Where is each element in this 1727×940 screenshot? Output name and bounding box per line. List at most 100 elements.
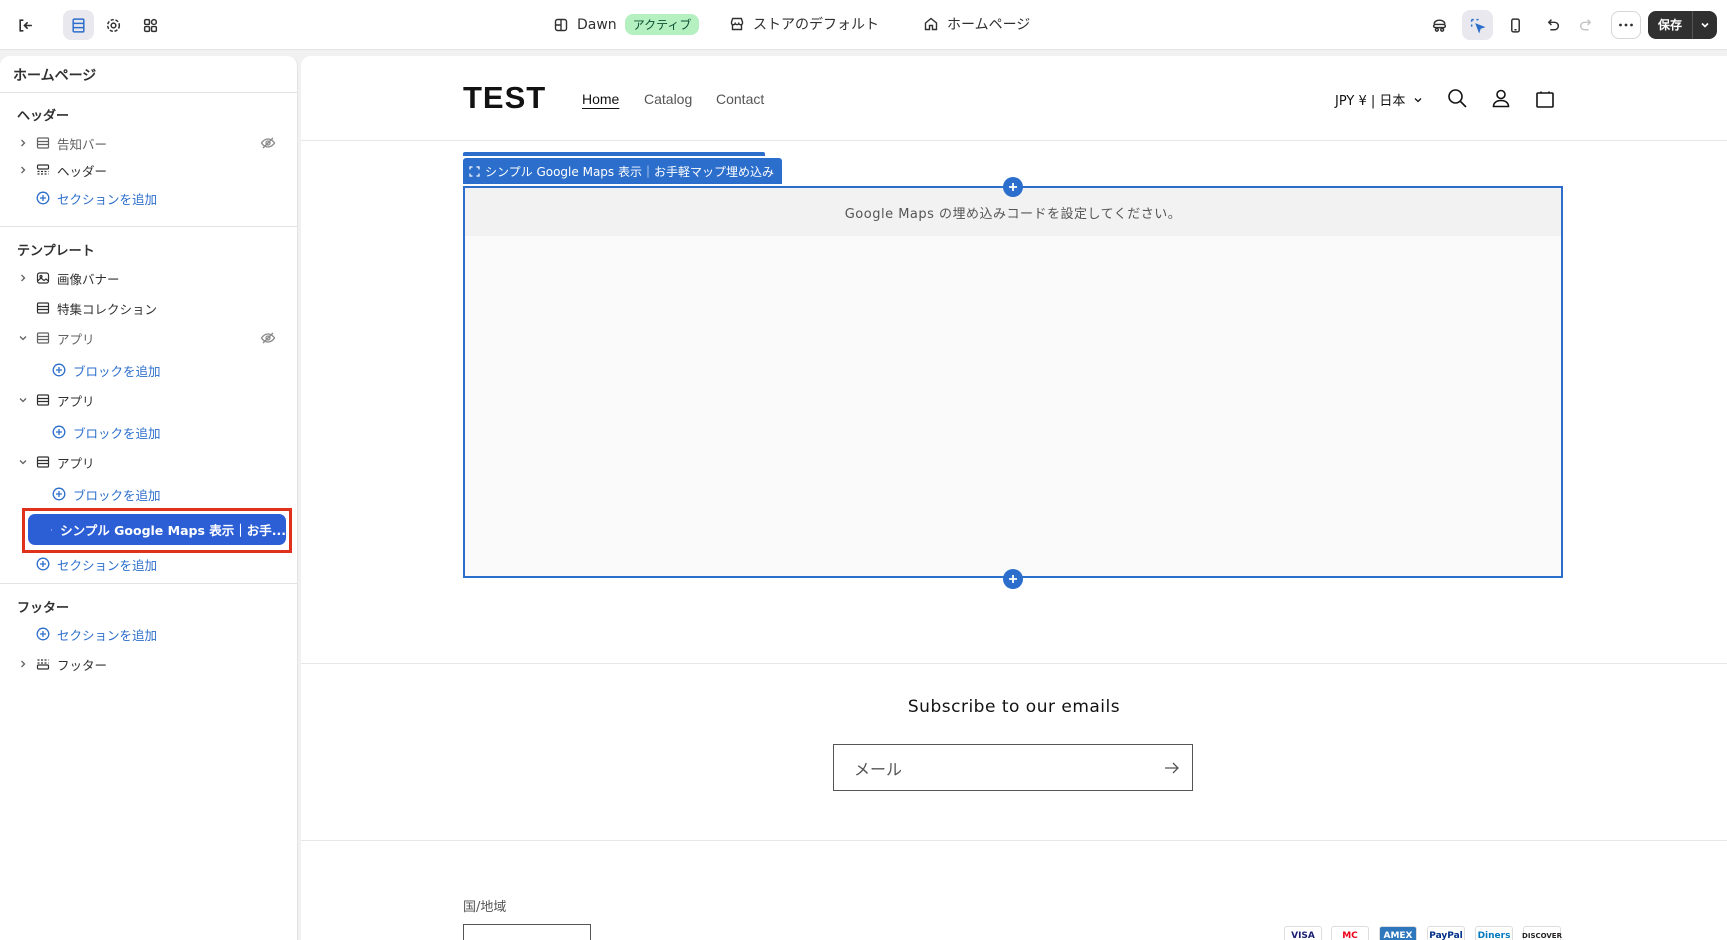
mobile-icon[interactable] [1500,10,1531,40]
add-block-button[interactable]: ブロックを追加 [0,420,297,444]
plus-icon [1009,183,1017,191]
section-icon [36,394,50,406]
chevron-down-icon[interactable] [17,332,29,344]
payment-discover-icon: DISCOVER [1522,926,1562,940]
sidebar-item-image-banner[interactable]: 画像バナー [0,266,297,290]
footer-divider [301,840,1727,841]
payment-amex-icon: AMEX [1379,926,1417,940]
chevron-right-icon[interactable] [17,137,29,149]
home-icon [924,17,938,31]
sidebar-item-label: フッター [57,657,108,673]
add-section-template-button[interactable]: セクションを追加 [0,552,297,576]
payment-visa-icon: VISA [1284,926,1322,940]
page-label: ホームページ [947,17,1031,33]
header-divider [301,140,1727,141]
add-block-button[interactable]: ブロックを追加 [0,482,297,506]
section-icon [36,456,50,468]
more-icon [1619,23,1633,27]
header-section-icon [36,164,50,175]
settings-icon[interactable] [98,10,129,40]
sidebar-item-google-maps[interactable]: シンプル Google Maps 表示｜お手... [28,514,286,545]
store-default-selector[interactable]: ストアのデフォルト [729,14,879,34]
inspector-icon[interactable] [1424,10,1455,40]
more-button[interactable] [1611,11,1641,39]
group-header-label: ヘッダー [17,109,70,124]
sidebar-item-app-1[interactable]: アプリ [0,326,297,350]
theme-selector[interactable]: Dawn アクティブ [553,14,700,35]
sidebar-item-header[interactable]: ヘッダー [0,158,297,182]
exit-icon[interactable] [10,10,41,40]
save-button[interactable]: 保存 [1648,11,1694,39]
eye-off-icon[interactable] [260,135,276,151]
store-logo[interactable]: TEST [463,80,546,116]
sidebar-title: ホームページ [13,68,97,84]
sidebar-item-label: ヘッダー [57,163,108,179]
chevron-down-icon [1701,22,1709,28]
nav-home[interactable]: Home [582,91,619,107]
eye-off-icon[interactable] [260,330,276,346]
save-menu-button[interactable] [1693,11,1717,39]
sections-sidebar: ホームページ ヘッダー 告知バー ヘッダー セクションを追加 テンプレート 画像… [0,56,298,940]
section-icon [36,302,50,314]
section-tag-label: シンプル Google Maps 表示｜お手軽マップ埋め込み [485,164,774,179]
arrow-right-icon[interactable] [1164,761,1180,775]
section-tag[interactable]: シンプル Google Maps 表示｜お手軽マップ埋め込み [463,158,782,184]
group-footer-label: フッター [17,601,70,616]
sidebar-item-announcement-bar[interactable]: 告知バー [0,131,297,155]
chevron-down-icon[interactable] [17,456,29,468]
section-tag-bar [463,152,765,156]
chevron-down-icon [1414,97,1422,102]
divider [0,583,297,584]
chevron-right-icon[interactable] [17,658,29,670]
payment-diners-icon: Diners [1475,926,1513,940]
nav-contact[interactable]: Contact [716,91,764,107]
apps-icon[interactable] [135,10,166,40]
select-icon[interactable] [1462,10,1493,40]
add-block-label: ブロックを追加 [73,487,161,503]
plus-circle-icon [52,487,66,501]
newsletter-title: Subscribe to our emails [907,697,1121,717]
store-preview: TEST Home Catalog Contact JPY ¥ | 日本 シンプ… [301,56,1727,940]
page-selector[interactable]: ホームページ [923,14,1030,34]
add-section-header-button[interactable]: セクションを追加 [0,186,297,210]
undo-icon[interactable] [1537,10,1568,40]
nav-catalog[interactable]: Catalog [644,91,692,107]
add-section-label: セクションを追加 [57,557,158,573]
sidebar-item-app-2[interactable]: アプリ [0,388,297,412]
payment-mastercard-icon: MC [1331,926,1369,940]
store-default-label: ストアのデフォルト [753,17,879,33]
chevron-right-icon[interactable] [17,164,29,176]
section-icon [36,137,50,149]
status-badge: アクティブ [624,14,700,35]
top-bar: Dawn アクティブ ストアのデフォルト ホームページ 保存 [0,0,1727,50]
plus-circle-icon [36,191,50,205]
sidebar-item-label: アプリ [57,455,95,471]
region-label: 国/地域 [463,900,507,915]
chevron-down-icon[interactable] [17,394,29,406]
add-block-label: ブロックを追加 [73,425,161,441]
email-placeholder: メール [854,759,903,779]
add-block-label: ブロックを追加 [73,363,161,379]
redo-icon[interactable] [1571,10,1602,40]
sections-icon[interactable] [63,10,94,40]
cart-icon[interactable] [1534,87,1556,109]
add-block-button[interactable]: ブロックを追加 [0,358,297,382]
save-button-group: 保存 [1648,11,1718,39]
account-icon[interactable] [1490,87,1512,109]
sidebar-item-app-3[interactable]: アプリ [0,450,297,474]
add-section-footer-button[interactable]: セクションを追加 [0,622,297,646]
plus-circle-icon [36,557,50,571]
theme-name: Dawn [577,16,617,33]
currency-selector[interactable]: JPY ¥ | 日本 [1335,90,1423,109]
google-maps-section[interactable]: Google Maps の埋め込みコードを設定してください。 [463,186,1563,578]
section-icon [36,332,50,344]
search-icon[interactable] [1446,87,1468,109]
email-field[interactable]: メール [833,744,1193,791]
region-selector[interactable] [463,924,591,940]
sidebar-item-featured-collection[interactable]: 特集コレクション [0,296,297,320]
add-section-below-button[interactable] [1003,569,1023,589]
map-app-icon [51,529,53,530]
add-section-above-button[interactable] [1003,177,1023,197]
sidebar-item-footer[interactable]: フッター [0,652,297,676]
chevron-right-icon[interactable] [17,272,29,284]
